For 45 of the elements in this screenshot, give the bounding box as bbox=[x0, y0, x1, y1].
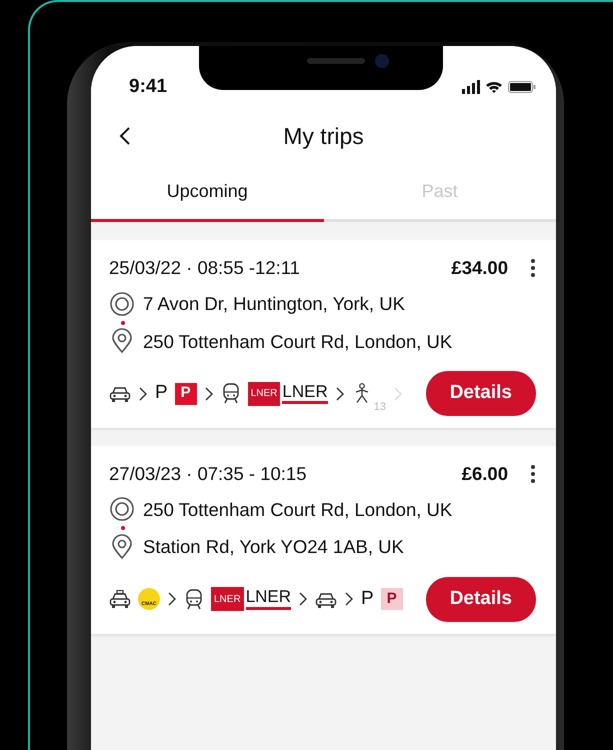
chevron-icon bbox=[204, 386, 214, 400]
operator-name: LNER bbox=[282, 382, 328, 404]
destination-address: 250 Tottenham Court Rd, London, UK bbox=[143, 330, 452, 354]
operator-name: LNER bbox=[246, 588, 292, 610]
chevron-icon bbox=[344, 592, 354, 606]
trip-price: £6.00 bbox=[462, 462, 508, 486]
page-title: My trips bbox=[283, 122, 364, 151]
status-time: 9:41 bbox=[129, 74, 168, 99]
speaker-slot bbox=[307, 58, 365, 64]
more-icon bbox=[530, 464, 536, 484]
parking-label: P bbox=[361, 587, 374, 611]
back-icon[interactable] bbox=[119, 126, 131, 146]
location-pin-icon bbox=[109, 328, 135, 354]
trip-time: 27/03/23 · 07:35 - 10:15 bbox=[109, 462, 306, 486]
route-dot bbox=[121, 526, 125, 530]
tab[interactable]: Upcoming bbox=[91, 170, 324, 222]
origin-icon bbox=[109, 290, 135, 317]
more-icon bbox=[530, 258, 536, 278]
location-pin-icon bbox=[109, 534, 135, 560]
chevron-icon bbox=[138, 386, 148, 400]
details-button[interactable]: Details bbox=[426, 371, 536, 416]
origin-icon bbox=[109, 496, 135, 522]
parking-label: P bbox=[155, 381, 168, 406]
walk-minutes: 13 bbox=[374, 400, 386, 416]
signal-icon bbox=[462, 80, 480, 94]
trip-price: £34.00 bbox=[451, 256, 508, 280]
taxi-icon bbox=[109, 590, 131, 609]
details-button[interactable]: Details bbox=[426, 577, 536, 622]
origin-address: 7 Avon Dr, Huntington, York, UK bbox=[143, 292, 405, 316]
origin-address: 250 Tottenham Court Rd, London, UK bbox=[143, 498, 452, 522]
camera-dot bbox=[375, 54, 389, 68]
parking-logo: P bbox=[174, 382, 197, 404]
route-dot bbox=[121, 320, 125, 324]
train-icon bbox=[220, 383, 241, 404]
parking-logo: P bbox=[380, 588, 403, 610]
battery-icon bbox=[508, 81, 536, 93]
operator-logo: LNER bbox=[211, 587, 244, 612]
chevron-icon bbox=[167, 592, 177, 606]
wifi-icon bbox=[486, 81, 502, 93]
destination-address: Station Rd, York YO24 1AB, UK bbox=[143, 535, 404, 560]
chevron-icon bbox=[334, 386, 345, 400]
trip-time: 25/03/22 · 08:55 -12:11 bbox=[109, 256, 300, 280]
chevron-icon bbox=[298, 592, 308, 606]
operator-logo: LNER bbox=[248, 382, 280, 406]
train-icon bbox=[184, 588, 204, 610]
